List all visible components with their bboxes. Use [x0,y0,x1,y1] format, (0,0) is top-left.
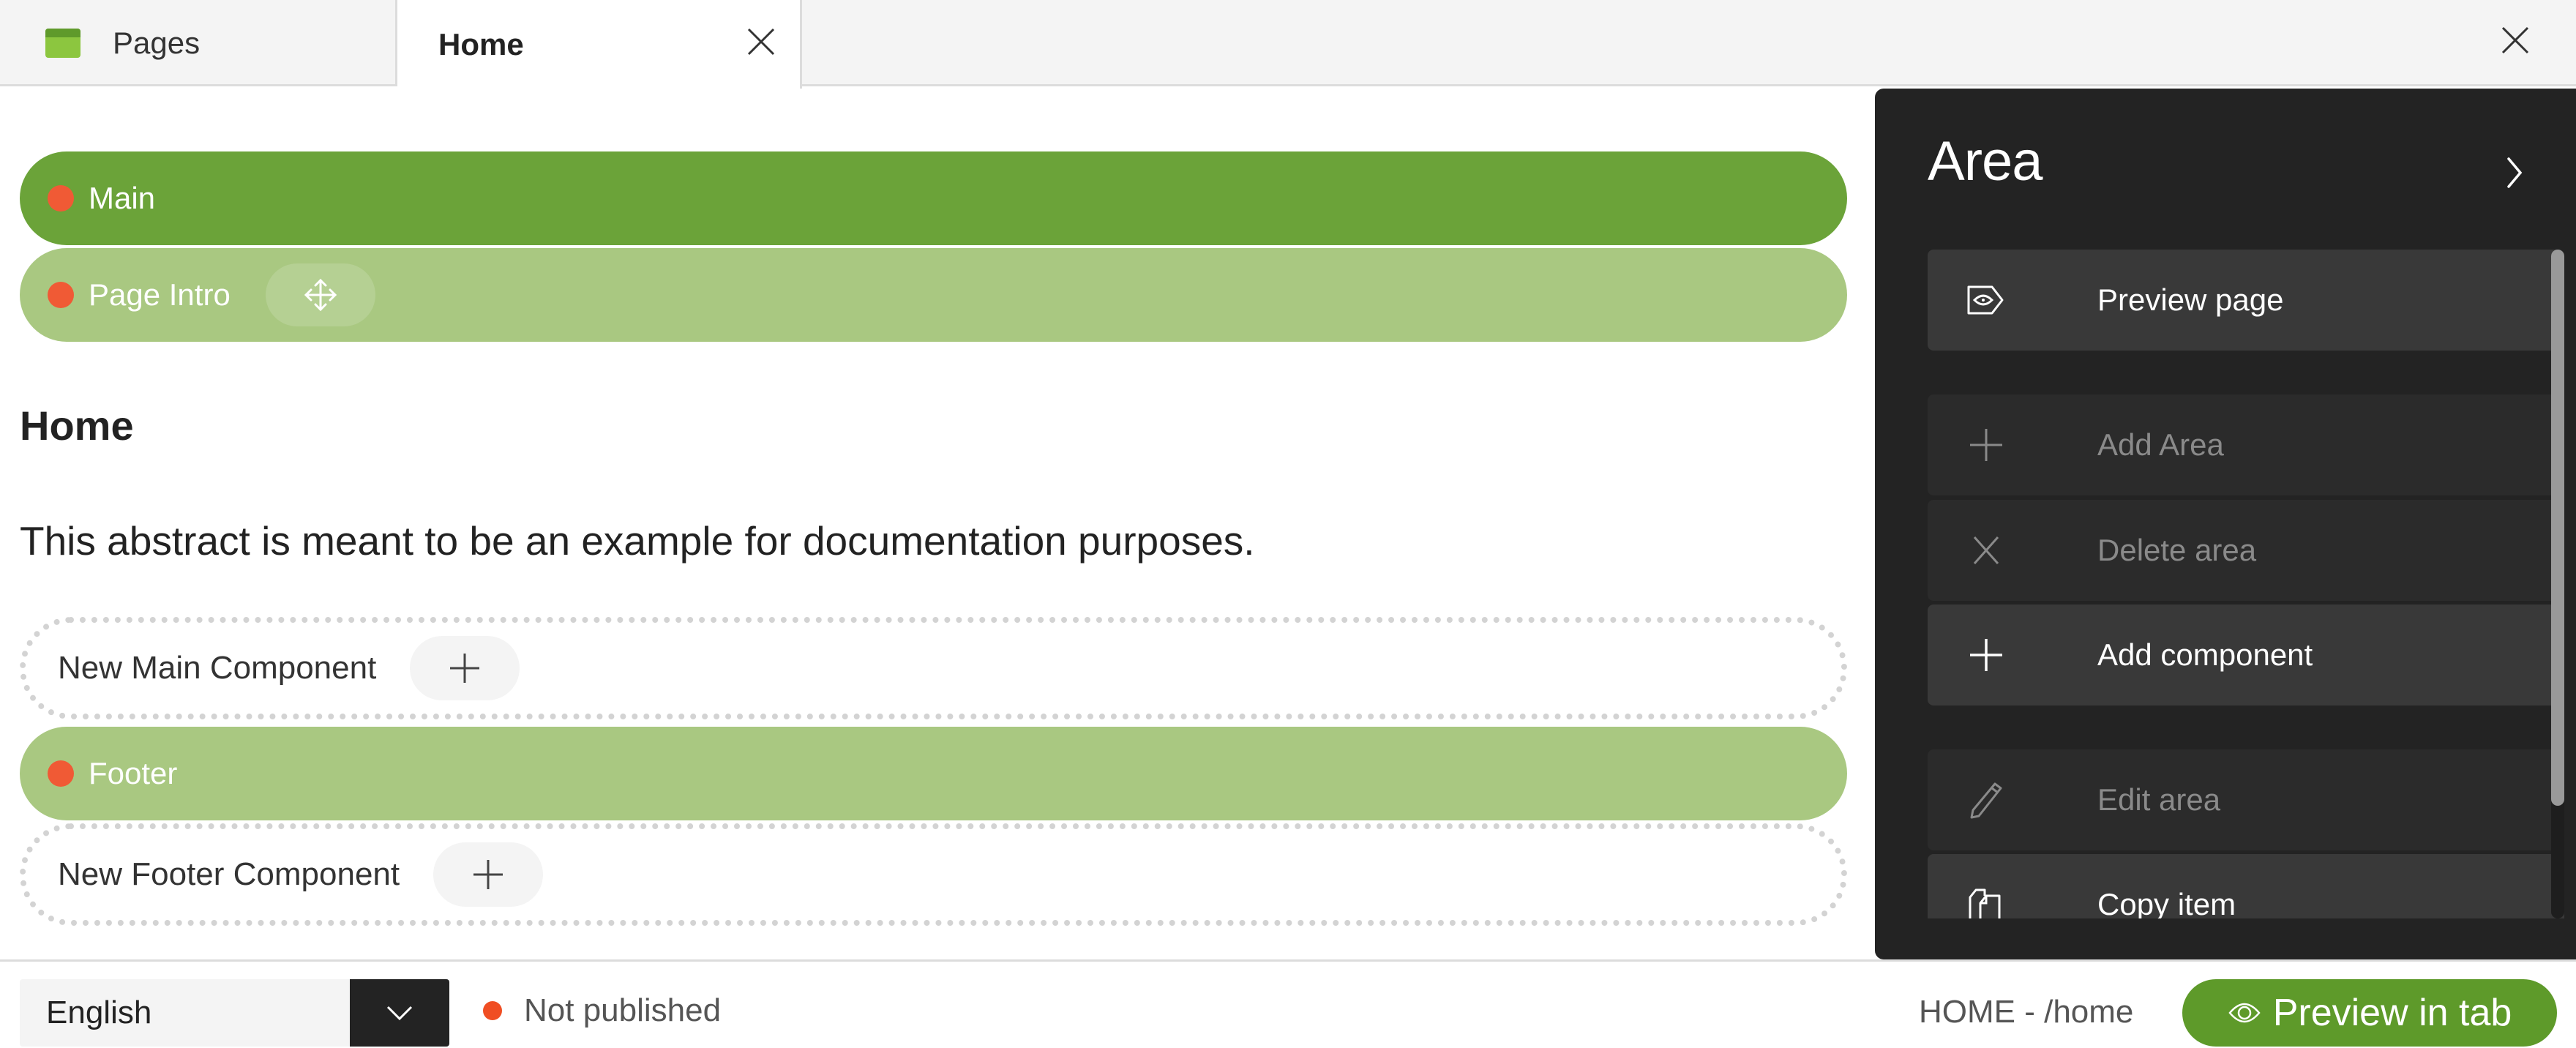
chevron-down-icon [386,1006,413,1021]
close-icon[interactable] [2498,23,2532,57]
close-tab-icon[interactable] [744,25,778,59]
area-label: Footer [89,756,178,790]
status-bar: English Not published HOME - /home Previ… [0,959,2576,1048]
language-select[interactable]: English [20,979,449,1047]
tab-bar: Pages Home [0,0,2576,89]
panel-scrollbar[interactable] [2551,250,2564,918]
eye-icon [2228,1003,2261,1023]
page-path: HOME - /home [1919,994,2134,1030]
preview-page-button[interactable]: Preview page [1928,250,2564,351]
tab-label: Pages [113,26,201,60]
copy-icon [1966,884,2007,918]
status-dot [48,760,74,787]
area-footer[interactable]: Footer [20,727,1847,820]
edit-area-button[interactable]: Edit area [1928,749,2564,850]
add-area-button[interactable]: Add Area [1928,394,2564,495]
preview-in-tab-label: Preview in tab [2272,992,2512,1034]
plus-icon [473,860,503,889]
add-footer-component-button[interactable] [433,842,544,907]
pencil-icon [1966,779,2007,820]
dropzone-footer: New Footer Component [20,823,1847,926]
publish-status: Not published [483,992,721,1029]
tab-pages[interactable]: Pages [0,0,397,86]
dropzone-label: New Footer Component [58,856,400,892]
page-canvas: Main Page Intro Home This abstract is me… [0,89,1873,959]
add-component-button[interactable]: Add component [1928,605,2564,705]
language-value: English [46,995,152,1030]
copy-item-button[interactable]: Copy item [1928,854,2564,918]
action-label: Delete area [2097,533,2257,567]
publish-status-label: Not published [524,992,722,1028]
pages-icon [45,29,80,58]
scrollbar-thumb[interactable] [2551,250,2564,806]
add-main-component-button[interactable] [410,636,520,700]
panel-title: Area [1928,130,2043,192]
plus-icon [450,654,480,683]
language-dropdown-toggle[interactable] [350,979,449,1047]
action-label: Add Area [2097,427,2224,462]
status-dot [48,282,74,308]
delete-area-button[interactable]: Delete area [1928,500,2564,601]
plus-icon [1966,635,2007,675]
area-main[interactable]: Main [20,151,1847,245]
action-label: Preview page [2097,282,2284,317]
preview-in-tab-button[interactable]: Preview in tab [2182,979,2557,1047]
preview-icon [1966,280,2007,321]
tab-label: Home [438,26,524,61]
area-label: Page Intro [89,277,231,312]
plus-icon [1966,424,2007,465]
chevron-right-icon[interactable] [2500,154,2529,191]
move-handle[interactable] [265,263,375,326]
status-dot [48,185,74,212]
area-panel: Area Preview page Add Area Delete area A… [1875,89,2576,959]
action-list: Preview page Add Area Delete area Add co… [1928,250,2564,918]
status-dot [483,1001,502,1020]
area-label: Main [89,181,156,215]
action-label: Edit area [2097,782,2221,817]
page-abstract: This abstract is meant to be an example … [20,518,1255,564]
area-page-intro[interactable]: Page Intro [20,248,1847,342]
page-heading: Home [20,403,134,449]
dropzone-label: New Main Component [58,650,377,686]
action-label: Copy item [2097,887,2236,918]
x-icon [1966,530,2007,571]
move-icon [304,278,337,312]
tab-home[interactable]: Home [397,0,802,89]
dropzone-main: New Main Component [20,617,1847,719]
action-label: Add component [2097,637,2313,672]
